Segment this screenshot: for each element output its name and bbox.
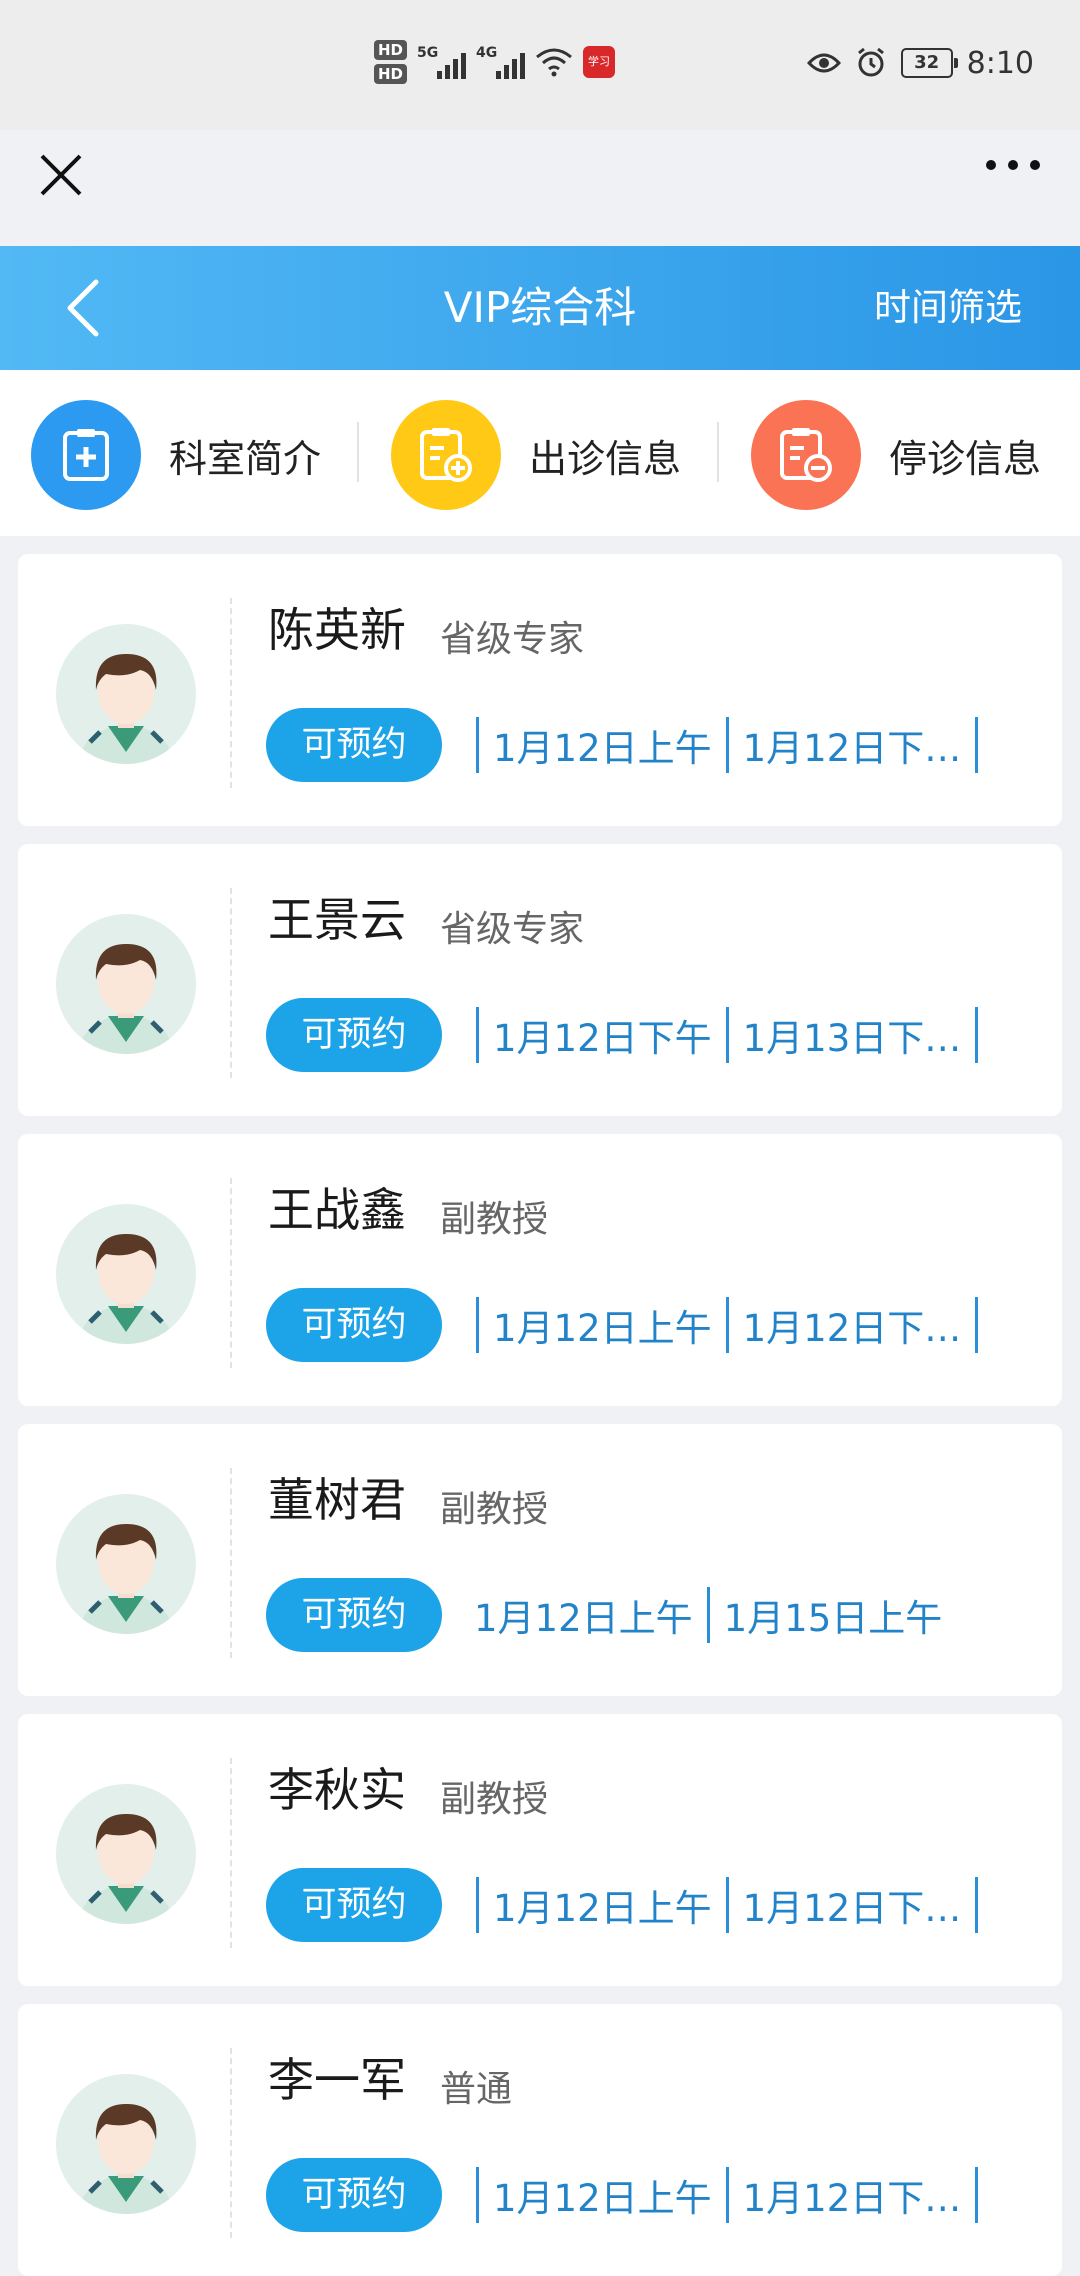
nav-divider (357, 422, 359, 482)
clipboard-add-icon (420, 428, 472, 482)
doctor-name: 李一军 (268, 2053, 406, 2107)
doctor-avatar-icon (56, 1204, 196, 1344)
available-slots: 1月12日下午 1月13日下… (476, 1000, 979, 1070)
status-icons-right: 32 8:10 (806, 36, 1034, 90)
battery-label: 32 (914, 52, 940, 73)
slot-divider (975, 1297, 979, 1353)
time-slot[interactable]: 1月12日下午 (479, 1008, 726, 1062)
suspension-info-circle (751, 400, 861, 510)
time-slot[interactable]: 1月12日下… (729, 1298, 976, 1352)
available-slots: 1月12日上午 1月12日下… (476, 1870, 979, 1940)
nav-suspension-info[interactable]: 停诊信息 (751, 400, 1041, 510)
clipboard-plus-icon (63, 429, 109, 481)
book-button[interactable]: 可预约 (266, 998, 442, 1072)
doctor-name: 王景云 (268, 893, 406, 947)
study-app-icon: 学习 (583, 46, 616, 78)
doctor-name: 王战鑫 (268, 1183, 406, 1237)
doctor-title: 普通 (440, 2069, 513, 2110)
department-intro-label: 科室简介 (169, 436, 322, 481)
nav-divider (717, 422, 719, 482)
doctor-card[interactable]: 王景云 省级专家 可预约 1月12日下午 1月13日下… (18, 844, 1062, 1116)
doctor-card[interactable]: 董树君 副教授 可预约 1月12日上午 1月15日上午 (18, 1424, 1062, 1696)
card-divider (230, 888, 232, 1078)
time-slot[interactable]: 1月12日上午 (479, 2168, 726, 2222)
clock: 8:10 (966, 45, 1034, 81)
doctor-avatar-icon (56, 914, 196, 1054)
doctor-avatar-icon (56, 2074, 196, 2214)
more-menu-icon[interactable] (986, 160, 1040, 170)
book-button[interactable]: 可预约 (266, 1868, 442, 1942)
time-slot[interactable]: 1月12日下… (729, 1878, 976, 1932)
time-slot[interactable]: 1月12日上午 (479, 718, 726, 772)
slot-divider (975, 717, 979, 773)
card-divider (230, 1468, 232, 1658)
available-slots: 1月12日上午 1月12日下… (476, 710, 979, 780)
slot-divider (975, 2167, 979, 2223)
doctor-card[interactable]: 李一军 普通 可预约 1月12日上午 1月12日下… (18, 2004, 1062, 2276)
hd1-label: HD (374, 40, 408, 60)
doctor-card[interactable]: 李秋实 副教授 可预约 1月12日上午 1月12日下… (18, 1714, 1062, 1986)
clipboard-minus-icon (780, 428, 832, 482)
time-slot[interactable]: 1月15日上午 (710, 1588, 957, 1642)
hd-indicator: HD HD (374, 40, 408, 84)
book-button[interactable]: 可预约 (266, 1288, 442, 1362)
time-slot[interactable]: 1月12日下… (729, 718, 976, 772)
signal-5g-icon: 5G (417, 45, 467, 79)
doctor-title: 省级专家 (440, 909, 585, 950)
doctor-name: 陈英新 (268, 603, 406, 657)
card-divider (230, 598, 232, 788)
time-filter-button[interactable]: 时间筛选 (874, 246, 1022, 370)
time-slot[interactable]: 1月12日上午 (460, 1588, 707, 1642)
doctor-title: 副教授 (440, 1199, 549, 1240)
time-slot[interactable]: 1月12日上午 (479, 1878, 726, 1932)
doctor-avatar-icon (56, 1494, 196, 1634)
time-slot[interactable]: 1月12日上午 (479, 1298, 726, 1352)
doctor-avatar-icon (56, 624, 196, 764)
page-header: VIP综合科 时间筛选 (0, 246, 1080, 370)
available-slots: 1月12日上午 1月12日下… (476, 2160, 979, 2230)
book-button[interactable]: 可预约 (266, 708, 442, 782)
status-bar: HD HD 5G 4G 学习 32 8:10 (0, 0, 1080, 196)
wifi-icon (535, 47, 573, 77)
department-quick-nav: 科室简介 出诊信息 停诊信息 (0, 370, 1080, 536)
doctor-avatar-icon (56, 1784, 196, 1924)
close-icon[interactable] (36, 150, 86, 200)
alarm-icon (857, 47, 884, 77)
clinic-info-circle (391, 400, 501, 510)
nav-department-intro[interactable]: 科室简介 (31, 400, 321, 510)
card-divider (230, 1758, 232, 1948)
time-slot[interactable]: 1月12日下… (729, 2168, 976, 2222)
clinic-info-label: 出诊信息 (529, 436, 682, 481)
signal-4g-icon: 4G (476, 45, 526, 79)
status-icons-center: HD HD 5G 4G 学习 (374, 34, 616, 90)
slot-divider (975, 1877, 979, 1933)
book-button[interactable]: 可预约 (266, 2158, 442, 2232)
department-intro-circle (31, 400, 141, 510)
book-button[interactable]: 可预约 (266, 1578, 442, 1652)
doctor-card[interactable]: 王战鑫 副教授 可预约 1月12日上午 1月12日下… (18, 1134, 1062, 1406)
suspension-info-label: 停诊信息 (889, 436, 1042, 481)
time-slot[interactable]: 1月13日下… (729, 1008, 976, 1062)
card-divider (230, 1178, 232, 1368)
nav-clinic-info[interactable]: 出诊信息 (391, 400, 681, 510)
doctor-card[interactable]: 陈英新 省级专家 可预约 1月12日上午 1月12日下… (18, 554, 1062, 826)
doctor-title: 副教授 (440, 1489, 549, 1530)
hd2-label: HD (374, 64, 408, 84)
battery-icon: 32 (900, 48, 958, 78)
eye-icon (806, 53, 841, 73)
doctor-title: 副教授 (440, 1779, 549, 1820)
card-divider (230, 2048, 232, 2238)
slot-divider (975, 1007, 979, 1063)
doctor-name: 李秋实 (268, 1763, 406, 1817)
available-slots: 1月12日上午 1月15日上午 (460, 1580, 956, 1650)
doctor-name: 董树君 (268, 1473, 406, 1527)
doctor-title: 省级专家 (440, 619, 585, 660)
available-slots: 1月12日上午 1月12日下… (476, 1290, 979, 1360)
